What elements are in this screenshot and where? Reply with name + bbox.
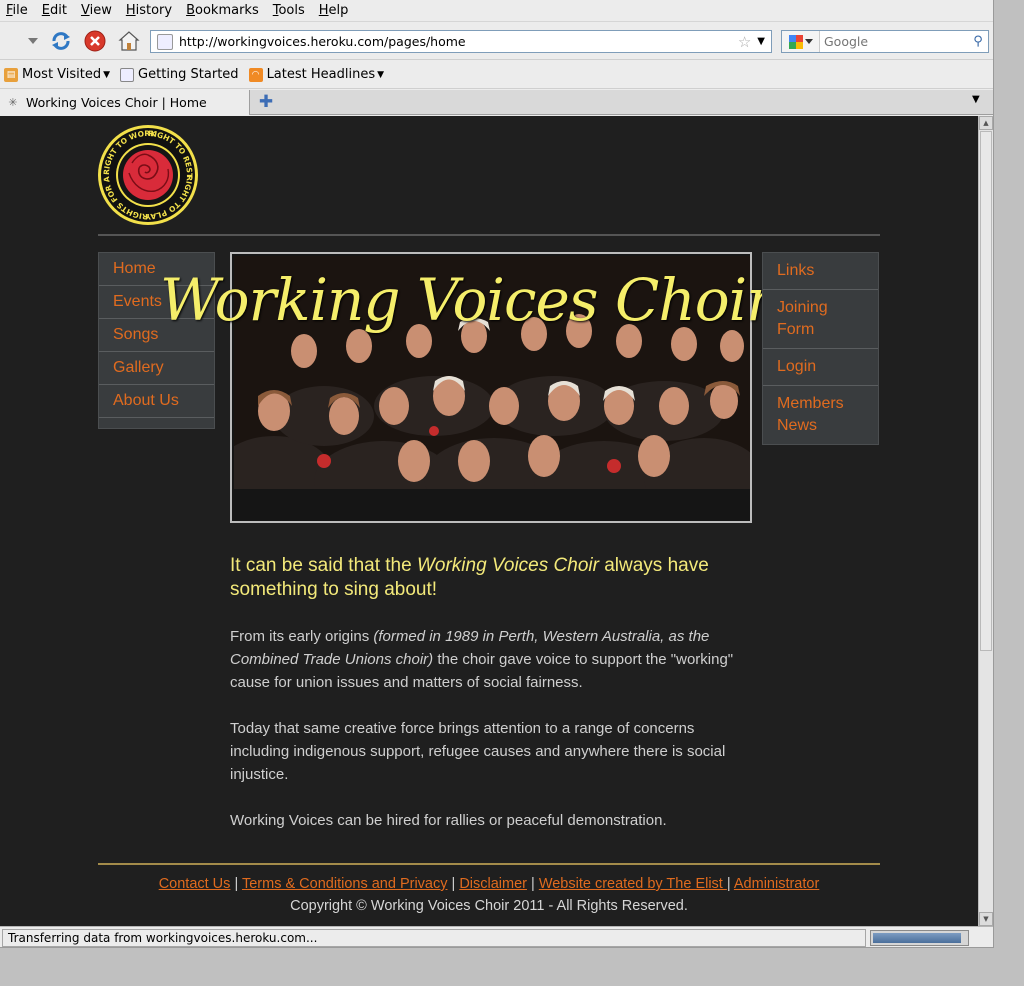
url-dropdown-icon[interactable]: ▼ xyxy=(757,36,765,47)
bookmark-label: Getting Started xyxy=(138,67,239,82)
tab-strip: ✳ Working Voices Choir | Home ✚ ▼ xyxy=(0,90,993,115)
footer-terms-link[interactable]: Terms & Conditions and Privacy xyxy=(242,876,448,892)
chevron-down-icon: ▼ xyxy=(377,69,385,80)
tab-list-button[interactable]: ▼ xyxy=(972,94,980,105)
lead-text-emphasis: Working Voices Choir xyxy=(416,555,599,576)
bookmark-label: Most Visited xyxy=(22,67,102,82)
search-engine-selector[interactable] xyxy=(782,31,820,52)
paragraph-origins: From its early origins (formed in 1989 i… xyxy=(230,625,750,694)
navigation-toolbar: http://workingvoices.heroku.com/pages/ho… xyxy=(0,22,993,60)
chevron-down-icon: ▼ xyxy=(972,94,980,105)
web-content: RIGHT TO WORK RIGHT TO REST RIGHT TO PLA… xyxy=(0,116,978,926)
tab-home[interactable]: ✳ Working Voices Choir | Home xyxy=(0,90,250,115)
rose-icon xyxy=(123,150,173,200)
paragraph-text: From its early origins xyxy=(230,628,374,645)
stop-button[interactable] xyxy=(82,28,108,54)
plus-icon: ✚ xyxy=(258,92,274,112)
secondary-nav: Links Joining Form Login Members News xyxy=(762,252,879,445)
choir-logo[interactable]: RIGHT TO WORK RIGHT TO REST RIGHT TO PLA… xyxy=(97,125,199,226)
scroll-down-button[interactable]: ▼ xyxy=(979,912,993,926)
bookmarks-toolbar: ▤ Most Visited ▼ Getting Started ◠ Lates… xyxy=(0,61,993,89)
scroll-up-button[interactable]: ▲ xyxy=(979,116,993,130)
nav-login[interactable]: Login xyxy=(763,349,878,386)
folder-rss-icon: ▤ xyxy=(4,67,18,82)
footer-divider xyxy=(98,863,880,865)
progress-fill xyxy=(873,933,962,943)
reload-button[interactable] xyxy=(48,28,74,54)
nav-members-news[interactable]: Members News xyxy=(763,386,878,444)
tab-title: Working Voices Choir | Home xyxy=(26,95,207,110)
home-button[interactable] xyxy=(116,28,142,54)
nav-links[interactable]: Links xyxy=(763,253,878,290)
scrollbar-thumb[interactable] xyxy=(980,131,992,651)
search-input[interactable] xyxy=(820,34,968,49)
search-bar[interactable]: ⚲ xyxy=(781,30,989,53)
menu-edit[interactable]: Edit xyxy=(42,3,67,18)
status-bar: Transferring data from workingvoices.her… xyxy=(0,926,993,947)
paragraph-today: Today that same creative force brings at… xyxy=(230,720,726,783)
menu-view[interactable]: View xyxy=(81,3,112,18)
menu-file[interactable]: File xyxy=(6,3,28,18)
reload-icon xyxy=(52,32,70,50)
menu-bookmarks[interactable]: Bookmarks xyxy=(186,3,259,18)
status-text: Transferring data from workingvoices.her… xyxy=(2,929,866,947)
url-bar[interactable]: http://workingvoices.heroku.com/pages/ho… xyxy=(150,30,772,53)
copyright-text: Copyright © Working Voices Choir 2011 - … xyxy=(290,898,688,914)
bookmark-label: Latest Headlines xyxy=(266,67,376,82)
bookmark-star-icon[interactable]: ☆ xyxy=(738,33,751,51)
menu-help[interactable]: Help xyxy=(319,3,349,18)
browser-window: File Edit View History Bookmarks Tools H… xyxy=(0,0,994,948)
footer-administrator-link[interactable]: Administrator xyxy=(734,876,819,892)
menu-history[interactable]: History xyxy=(126,3,172,18)
vertical-scrollbar[interactable]: ▲ ▼ xyxy=(978,116,993,926)
url-text[interactable]: http://workingvoices.heroku.com/pages/ho… xyxy=(179,34,738,49)
footer-links: Contact Us | Terms & Conditions and Priv… xyxy=(158,876,820,892)
new-tab-button[interactable]: ✚ xyxy=(256,92,276,112)
lead-text-part: It can be said that the xyxy=(230,555,417,576)
site-identity-icon[interactable] xyxy=(157,33,173,50)
rss-icon: ◠ xyxy=(248,67,263,82)
page-icon xyxy=(120,67,135,82)
nav-gallery[interactable]: Gallery xyxy=(99,352,214,385)
menu-tools[interactable]: Tools xyxy=(273,3,305,18)
footer-contact-us-link[interactable]: Contact Us xyxy=(159,876,231,892)
chevron-down-icon: ▼ xyxy=(103,69,111,80)
google-icon xyxy=(788,34,803,49)
stop-icon xyxy=(84,30,106,52)
menu-bar: File Edit View History Bookmarks Tools H… xyxy=(0,0,993,22)
paragraph-hire: Working Voices can be hired for rallies … xyxy=(230,812,667,829)
home-icon xyxy=(118,31,140,51)
chevron-down-icon xyxy=(28,38,38,44)
search-icon[interactable]: ⚲ xyxy=(968,34,988,49)
history-dropdown-button[interactable] xyxy=(20,28,46,54)
footer-disclaimer-link[interactable]: Disclaimer xyxy=(459,876,527,892)
hero-title: Working Voices Choir xyxy=(160,266,774,334)
loading-spinner-icon: ✳ xyxy=(8,96,18,109)
footer-website-credit-link[interactable]: Website created by The Elist xyxy=(539,876,727,892)
nav-joining-form[interactable]: Joining Form xyxy=(763,290,878,349)
bookmark-most-visited[interactable]: ▤ Most Visited ▼ xyxy=(4,67,110,82)
chevron-down-icon xyxy=(804,38,813,44)
header-divider xyxy=(98,234,880,236)
nav-about-us[interactable]: About Us xyxy=(99,385,214,418)
bookmark-latest-headlines[interactable]: ◠ Latest Headlines ▼ xyxy=(248,67,385,82)
bookmark-getting-started[interactable]: Getting Started xyxy=(120,67,239,82)
main-article: It can be said that the Working Voices C… xyxy=(230,554,750,855)
lead-text: It can be said that the Working Voices C… xyxy=(230,554,750,602)
loading-progress-bar xyxy=(870,930,969,946)
